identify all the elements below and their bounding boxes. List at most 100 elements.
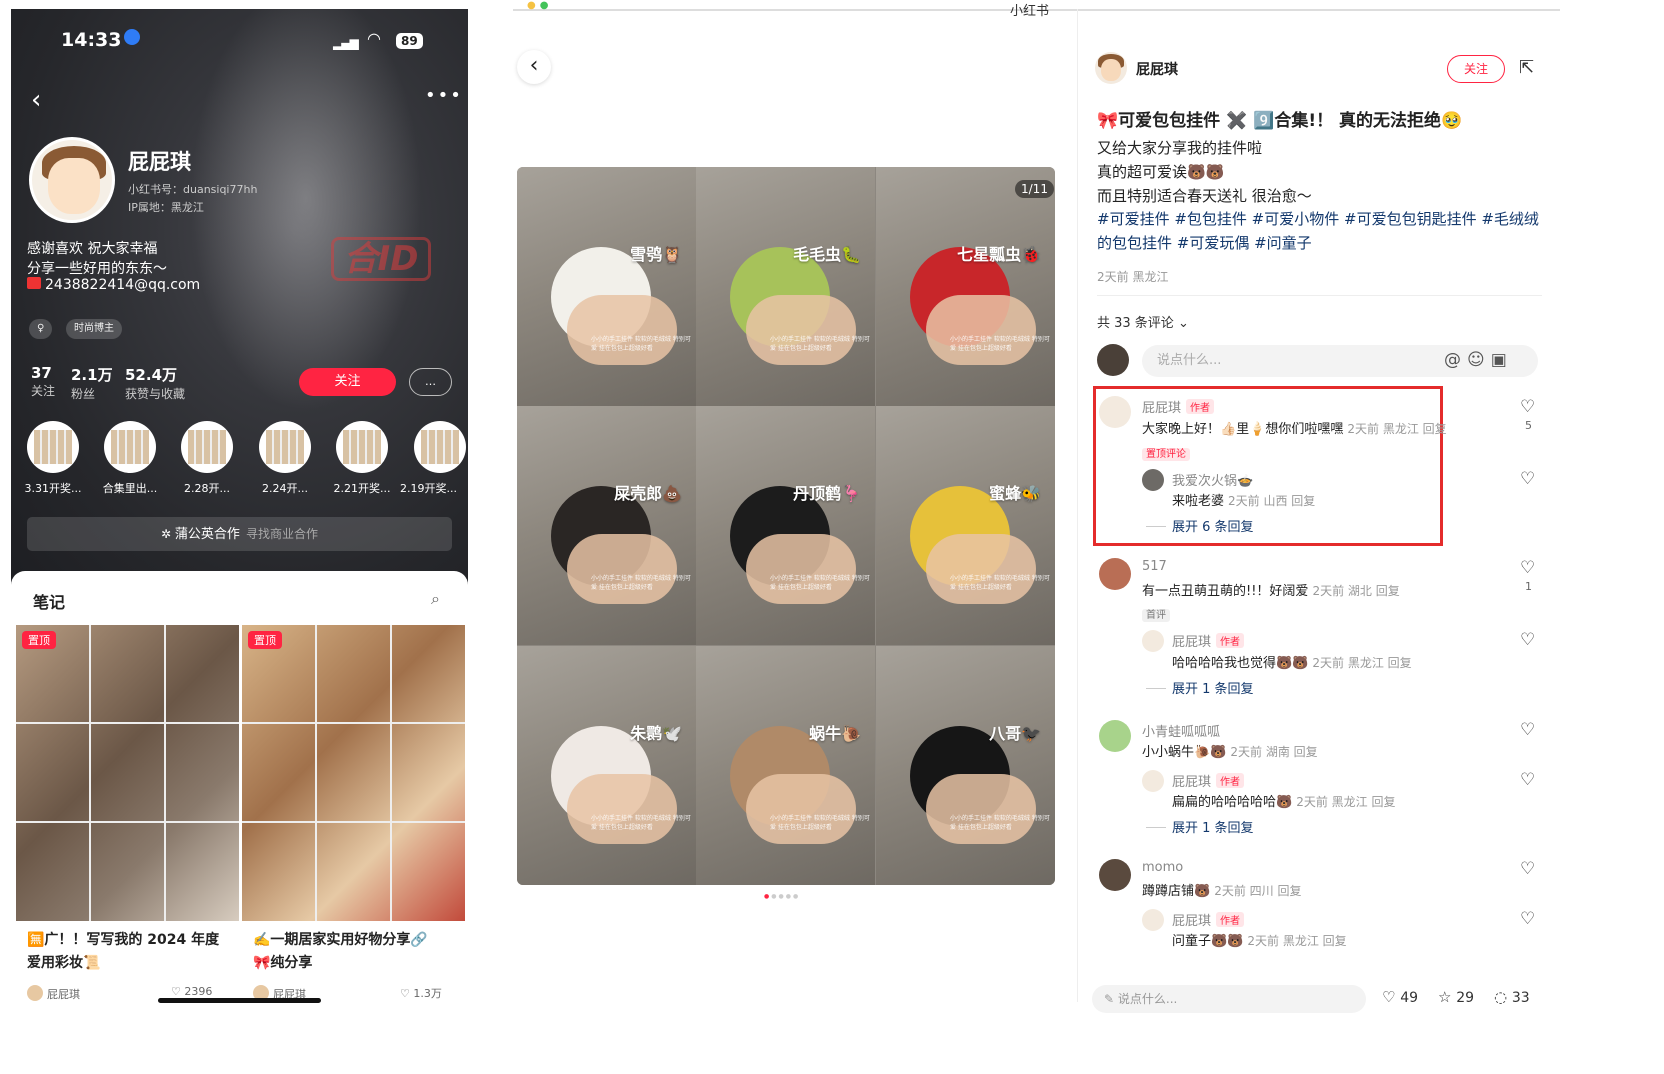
- collection-label: 2.19开奖...: [400, 482, 457, 495]
- note-likes[interactable]: ♡ 1.3万: [400, 985, 442, 1001]
- bottom-comment-input[interactable]: ✎ 说点什么...: [1092, 985, 1366, 1013]
- comment-text: 有一点丑萌丑萌的!!！好阔爱 2天前 湖北 回复: [1142, 584, 1400, 599]
- expand-replies[interactable]: 展开 1 条回复: [1146, 817, 1254, 836]
- note-author[interactable]: 屁屁琪: [27, 985, 80, 1002]
- comment-author[interactable]: 小青蛙呱呱呱: [1142, 721, 1220, 740]
- signal-icon: ▂▄▆: [333, 36, 359, 50]
- follow-button[interactable]: 关注: [299, 368, 396, 396]
- gallery-tile: 蜜蜂🐝 小小的手工挂件 软软的毛绒绒 特别可爱 挂在包包上超级好看: [876, 406, 1055, 645]
- avatar: [1097, 344, 1129, 376]
- post-text: 真的超可爱诶🐻🐻: [1097, 163, 1225, 181]
- collect-button[interactable]: ☆ 29: [1438, 988, 1474, 1006]
- comment-author[interactable]: 屁屁琪 作者: [1142, 397, 1215, 416]
- back-icon[interactable]: ‹: [31, 85, 41, 115]
- collection-thumb[interactable]: [414, 421, 466, 473]
- expand-replies[interactable]: 展开 6 条回复: [1146, 516, 1254, 535]
- heart-icon[interactable]: ♡: [1520, 859, 1535, 879]
- heart-icon[interactable]: ♡: [1520, 397, 1535, 417]
- gallery-tile: 七星瓢虫🐞 小小的手工挂件 软软的毛绒绒 特别可爱 挂在包包上超级好看: [876, 167, 1055, 406]
- avatar[interactable]: [1099, 558, 1131, 590]
- avatar[interactable]: [1099, 859, 1131, 891]
- heart-icon[interactable]: ♡: [1520, 630, 1535, 650]
- collection-thumb[interactable]: [104, 421, 156, 473]
- tile-note: 小小的手工挂件 软软的毛绒绒 特别可爱 挂在包包上超级好看: [770, 575, 870, 591]
- comment-count[interactable]: 共 33 条评论 ⌄: [1097, 312, 1189, 331]
- like-count: 5: [1525, 419, 1532, 432]
- reply-text: 哈哈哈哈我也觉得🐻🐻 2天前 黑龙江 回复: [1172, 656, 1412, 671]
- avatar[interactable]: [1095, 52, 1127, 84]
- gallery-tile: 蜗牛🐌 小小的手工挂件 软软的毛绒绒 特别可爱 挂在包包上超级好看: [696, 646, 875, 885]
- avatar[interactable]: [29, 137, 115, 223]
- comment-author[interactable]: momo: [1142, 860, 1183, 875]
- like-button[interactable]: ♡ 49: [1382, 988, 1418, 1006]
- gender-tag: ♀: [29, 319, 53, 339]
- watermark: 合ID: [331, 237, 431, 281]
- follow-button[interactable]: 关注: [1447, 55, 1505, 83]
- window-controls[interactable]: ●●: [527, 0, 552, 11]
- gallery-tile: 丹顶鹤🦩 小小的手工挂件 软软的毛绒绒 特别可爱 挂在包包上超级好看: [696, 406, 875, 645]
- home-indicator: [158, 998, 321, 1003]
- gallery-tile: 八哥🐦‍⬛ 小小的手工挂件 软软的毛绒绒 特别可爱 挂在包包上超级好看: [876, 646, 1055, 885]
- tile-label: 朱鹮🕊️: [630, 724, 682, 743]
- gallery-tile: 雪鸮🦉 小小的手工挂件 软软的毛绒绒 特别可爱 挂在包包上超级好看: [517, 167, 696, 406]
- note-likes[interactable]: ♡ 2396: [171, 985, 212, 998]
- image-icon[interactable]: ▣: [1491, 350, 1513, 370]
- note-title[interactable]: 🈚广！！写写我的 2024 年度 爱用彩妆📜: [27, 929, 219, 975]
- hashtags[interactable]: #可爱挂件 #包包挂件 #可爱小物件 #可爱包包钥匙挂件 #毛绒绒的包包挂件 #…: [1097, 207, 1542, 255]
- share-icon[interactable]: ⇱: [1519, 57, 1534, 78]
- expand-replies[interactable]: 展开 1 条回复: [1146, 678, 1254, 697]
- search-icon[interactable]: ⌕: [431, 589, 440, 609]
- note-cover[interactable]: 置顶: [242, 625, 465, 921]
- tab-notes[interactable]: 笔记: [33, 589, 65, 613]
- red-id: 小红书号：duansiqi77hh: [128, 183, 258, 196]
- gallery-tile: 毛毛虫🐛 小小的手工挂件 软软的毛绒绒 特别可爱 挂在包包上超级好看: [696, 167, 875, 406]
- tile-label: 屎壳郎💩: [614, 484, 682, 503]
- at-icon[interactable]: @: [1444, 350, 1467, 370]
- avatar[interactable]: [1142, 909, 1164, 931]
- collection-thumb[interactable]: [181, 421, 233, 473]
- tile-note: 小小的手工挂件 软软的毛绒绒 特别可爱 挂在包包上超级好看: [591, 336, 691, 352]
- comment-text: 蹲蹲店铺🐻 2天前 四川 回复: [1142, 884, 1302, 899]
- note-title[interactable]: ✍️一期居家实用好物分享🔗 🎀纯分享: [253, 929, 428, 975]
- heart-icon[interactable]: ♡: [1520, 770, 1535, 790]
- heart-icon[interactable]: ♡: [1520, 469, 1535, 489]
- collection-thumb[interactable]: [336, 421, 388, 473]
- image-carousel[interactable]: 雪鸮🦉 小小的手工挂件 软软的毛绒绒 特别可爱 挂在包包上超级好看 毛毛虫🐛 小小的…: [517, 167, 1055, 885]
- collection-label: 2.21开奖...: [333, 482, 391, 495]
- message-button[interactable]: …: [409, 368, 452, 396]
- author-badge: 作者: [1186, 399, 1215, 414]
- stat-followers[interactable]: 2.1万 粉丝: [71, 364, 113, 402]
- heart-icon[interactable]: ♡: [1520, 909, 1535, 929]
- reply-author[interactable]: 屁屁琪 作者: [1172, 910, 1245, 929]
- tile-label: 蜗牛🐌: [809, 724, 861, 743]
- heart-icon[interactable]: ♡: [1520, 720, 1535, 740]
- comment-author[interactable]: 517: [1142, 559, 1167, 574]
- heart-icon[interactable]: ♡: [1520, 558, 1535, 578]
- collection-thumb[interactable]: [27, 421, 79, 473]
- more-icon[interactable]: •••: [425, 85, 463, 106]
- avatar[interactable]: [1142, 469, 1164, 491]
- avatar[interactable]: [1099, 396, 1131, 428]
- carousel-dots[interactable]: ●●●●●: [764, 893, 800, 900]
- brand-cooperation-button[interactable]: ✲ 蒲公英合作 寻找商业合作: [27, 517, 452, 551]
- collection-thumb[interactable]: [259, 421, 311, 473]
- comment-button[interactable]: ◌ 33: [1494, 988, 1530, 1006]
- avatar[interactable]: [1142, 770, 1164, 792]
- note-cover[interactable]: 置顶: [16, 625, 239, 921]
- reply-author[interactable]: 屁屁琪 作者: [1172, 631, 1245, 650]
- stat-likes[interactable]: 52.4万 获赞与收藏: [125, 364, 185, 402]
- avatar[interactable]: [1099, 720, 1131, 752]
- tile-note: 小小的手工挂件 软软的毛绒绒 特别可爱 挂在包包上超级好看: [950, 575, 1050, 591]
- reply-author[interactable]: 我爱次火锅🍲: [1172, 470, 1253, 489]
- author-name[interactable]: 屁屁琪: [1136, 59, 1178, 79]
- first-comment-badge: 首评: [1142, 603, 1170, 622]
- emoji-icon[interactable]: ☺: [1467, 350, 1491, 370]
- stat-following[interactable]: 37 关注: [31, 364, 55, 399]
- avatar[interactable]: [1142, 630, 1164, 652]
- divider: [1097, 295, 1542, 296]
- back-button[interactable]: ‹: [517, 50, 551, 84]
- location-icon: [124, 29, 141, 45]
- reply-author[interactable]: 屁屁琪 作者: [1172, 771, 1245, 790]
- chevron-down-icon: ⌄: [1173, 316, 1189, 331]
- input-tools[interactable]: @☺▣: [1444, 350, 1513, 370]
